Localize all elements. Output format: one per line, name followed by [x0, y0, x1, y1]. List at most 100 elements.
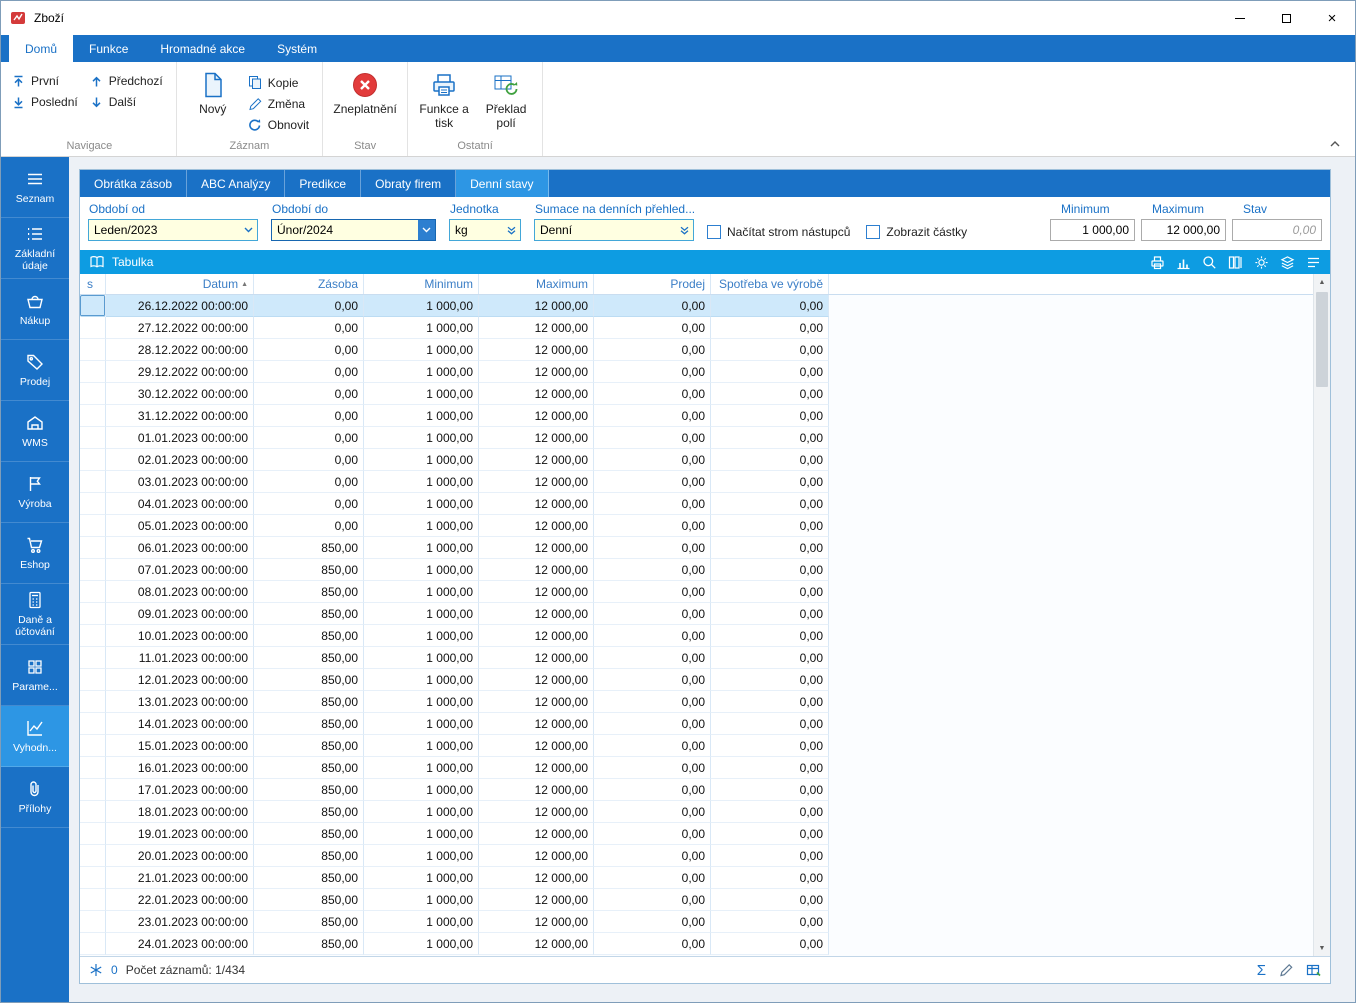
row-select-cell[interactable] [80, 801, 106, 823]
row-select-cell[interactable] [80, 361, 106, 383]
first-record-button[interactable]: První [8, 72, 86, 90]
edit-record-button[interactable]: Změna [244, 95, 317, 113]
tab-obratka-zasob[interactable]: Obrátka zásob [80, 170, 187, 197]
table-row[interactable]: 05.01.2023 00:00:000,001 000,0012 000,00… [80, 515, 1313, 537]
column-header-s[interactable]: s [80, 274, 106, 294]
table-row[interactable]: 15.01.2023 00:00:00850,001 000,0012 000,… [80, 735, 1313, 757]
menu-tab-hromadne-akce[interactable]: Hromadné akce [144, 35, 261, 62]
table-row[interactable]: 08.01.2023 00:00:00850,001 000,0012 000,… [80, 581, 1313, 603]
scroll-up-arrow[interactable]: ▲ [1314, 274, 1330, 290]
chevron-down-icon[interactable] [240, 220, 257, 240]
table-row[interactable]: 22.01.2023 00:00:00850,001 000,0012 000,… [80, 889, 1313, 911]
sidebar-item-nakup[interactable]: Nákup [1, 279, 69, 340]
menu-tab-domu[interactable]: Domů [9, 35, 73, 62]
table-row[interactable]: 31.12.2022 00:00:000,001 000,0012 000,00… [80, 405, 1313, 427]
table-row[interactable]: 01.01.2023 00:00:000,001 000,0012 000,00… [80, 427, 1313, 449]
settings-gear-icon[interactable] [1254, 255, 1269, 270]
scroll-track[interactable] [1314, 290, 1330, 940]
tab-obraty-firem[interactable]: Obraty firem [361, 170, 456, 197]
table-row[interactable]: 28.12.2022 00:00:000,001 000,0012 000,00… [80, 339, 1313, 361]
vertical-scrollbar[interactable]: ▲ ▼ [1313, 274, 1330, 956]
functions-print-button[interactable]: Funkce a tisk [413, 65, 475, 139]
chevron-down-icon[interactable] [418, 220, 435, 240]
tab-abc-analyzy[interactable]: ABC Analýzy [187, 170, 285, 197]
table-row[interactable]: 23.01.2023 00:00:00850,001 000,0012 000,… [80, 911, 1313, 933]
table-row[interactable]: 24.01.2023 00:00:00850,001 000,0012 000,… [80, 933, 1313, 955]
column-header-zasoba[interactable]: Zásoba [254, 274, 364, 294]
new-record-button[interactable]: Nový [182, 65, 244, 139]
table-row[interactable]: 18.01.2023 00:00:00850,001 000,0012 000,… [80, 801, 1313, 823]
layers-icon[interactable] [1280, 255, 1295, 270]
row-select-cell[interactable] [80, 845, 106, 867]
refresh-button[interactable]: Obnovit [244, 116, 317, 134]
row-select-cell[interactable] [80, 493, 106, 515]
unit-select[interactable]: kg [449, 219, 521, 241]
row-select-cell[interactable] [80, 647, 106, 669]
row-select-cell[interactable] [80, 471, 106, 493]
row-select-cell[interactable] [80, 515, 106, 537]
chart-icon[interactable] [1176, 255, 1191, 270]
row-select-cell[interactable] [80, 757, 106, 779]
row-select-cell[interactable] [80, 295, 106, 317]
row-select-cell[interactable] [80, 823, 106, 845]
row-select-cell[interactable] [80, 779, 106, 801]
tab-denni-stavy[interactable]: Denní stavy [456, 170, 548, 197]
menu-tab-funkce[interactable]: Funkce [73, 35, 144, 62]
row-select-cell[interactable] [80, 933, 106, 955]
filter-snowflake-icon[interactable] [89, 963, 103, 977]
row-select-cell[interactable] [80, 449, 106, 471]
print-icon[interactable] [1150, 255, 1165, 270]
menu-icon[interactable] [1306, 255, 1321, 270]
collapse-ribbon-button[interactable] [1329, 140, 1341, 148]
row-select-cell[interactable] [80, 713, 106, 735]
previous-record-button[interactable]: Předchozí [86, 72, 171, 90]
table-row[interactable]: 10.01.2023 00:00:00850,001 000,0012 000,… [80, 625, 1313, 647]
table-row[interactable]: 21.01.2023 00:00:00850,001 000,0012 000,… [80, 867, 1313, 889]
table-row[interactable]: 11.01.2023 00:00:00850,001 000,0012 000,… [80, 647, 1313, 669]
table-row[interactable]: 13.01.2023 00:00:00850,001 000,0012 000,… [80, 691, 1313, 713]
row-select-cell[interactable] [80, 317, 106, 339]
summation-select[interactable]: Denní [534, 219, 694, 241]
column-header-datum[interactable]: Datum▲ [106, 274, 254, 294]
columns-icon[interactable] [1228, 255, 1243, 270]
scroll-down-arrow[interactable]: ▼ [1314, 940, 1330, 956]
sidebar-item-vyhodnoceni[interactable]: Vyhodn... [1, 706, 69, 767]
sum-icon[interactable]: Σ [1257, 963, 1266, 978]
row-select-cell[interactable] [80, 625, 106, 647]
table-row[interactable]: 12.01.2023 00:00:00850,001 000,0012 000,… [80, 669, 1313, 691]
row-select-cell[interactable] [80, 911, 106, 933]
menu-tab-system[interactable]: Systém [261, 35, 333, 62]
sidebar-item-wms[interactable]: WMS [1, 401, 69, 462]
row-select-cell[interactable] [80, 339, 106, 361]
table-row[interactable]: 27.12.2022 00:00:000,001 000,0012 000,00… [80, 317, 1313, 339]
last-record-button[interactable]: Poslední [8, 93, 86, 111]
sidebar-item-eshop[interactable]: Eshop [1, 523, 69, 584]
minimize-button[interactable] [1217, 1, 1263, 35]
row-select-cell[interactable] [80, 669, 106, 691]
double-chevron-down-icon[interactable] [676, 220, 693, 240]
row-select-cell[interactable] [80, 427, 106, 449]
table-row[interactable]: 30.12.2022 00:00:000,001 000,0012 000,00… [80, 383, 1313, 405]
column-header-maximum[interactable]: Maximum [479, 274, 594, 294]
table-row[interactable]: 04.01.2023 00:00:000,001 000,0012 000,00… [80, 493, 1313, 515]
minimum-input[interactable]: 1 000,00 [1050, 219, 1135, 241]
table-row[interactable]: 26.12.2022 00:00:000,001 000,0012 000,00… [80, 295, 1313, 317]
table-row[interactable]: 09.01.2023 00:00:00850,001 000,0012 000,… [80, 603, 1313, 625]
sidebar-item-prodej[interactable]: Prodej [1, 340, 69, 401]
period-from-select[interactable]: Leden/2023 [88, 219, 258, 241]
tab-predikce[interactable]: Predikce [285, 170, 361, 197]
search-icon[interactable] [1202, 255, 1217, 270]
copy-record-button[interactable]: Kopie [244, 73, 317, 92]
table-row[interactable]: 16.01.2023 00:00:00850,001 000,0012 000,… [80, 757, 1313, 779]
table-row[interactable]: 02.01.2023 00:00:000,001 000,0012 000,00… [80, 449, 1313, 471]
load-successor-tree-option[interactable]: Načítat strom nástupců [707, 221, 850, 243]
close-button[interactable]: × [1309, 1, 1355, 35]
table-row[interactable]: 06.01.2023 00:00:00850,001 000,0012 000,… [80, 537, 1313, 559]
show-amounts-option[interactable]: Zobrazit částky [866, 221, 967, 243]
table-row[interactable]: 14.01.2023 00:00:00850,001 000,0012 000,… [80, 713, 1313, 735]
table-row[interactable]: 17.01.2023 00:00:00850,001 000,0012 000,… [80, 779, 1313, 801]
load-successor-tree-checkbox[interactable] [707, 225, 721, 239]
row-select-cell[interactable] [80, 559, 106, 581]
table-layout-icon[interactable] [1306, 963, 1321, 977]
column-header-minimum[interactable]: Minimum [364, 274, 479, 294]
